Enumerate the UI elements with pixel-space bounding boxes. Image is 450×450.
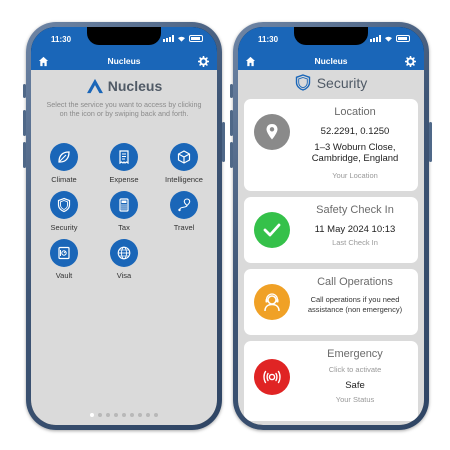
intro-text: Select the service you want to access by… xyxy=(46,100,202,118)
globe-icon xyxy=(117,246,131,260)
home-icon[interactable] xyxy=(245,56,256,67)
status-bar: 11:30 xyxy=(238,27,424,53)
call-operations-card[interactable]: Call Operations Call operations if you n… xyxy=(244,269,418,335)
service-expense[interactable]: Expense xyxy=(96,143,152,184)
emergency-status: Safe xyxy=(345,380,365,391)
nav-bar: Nucleus xyxy=(238,53,424,70)
app-logo: Nucleus xyxy=(31,78,217,94)
checkin-caption: Last Check In xyxy=(332,238,378,247)
nav-title: Nucleus xyxy=(314,56,348,66)
service-travel[interactable]: Travel xyxy=(156,191,212,232)
page-dot[interactable] xyxy=(98,413,102,417)
left-phone-frame: 11:30 Nucleus Nucleus Select the service… xyxy=(23,22,225,430)
location-icon xyxy=(254,114,290,150)
battery-icon xyxy=(396,35,410,42)
wifi-icon xyxy=(178,36,185,42)
service-label: Intelligence xyxy=(165,175,203,184)
route-icon xyxy=(178,198,191,212)
emergency-caption: Your Status xyxy=(335,395,375,404)
status-bar: 11:30 xyxy=(31,27,217,53)
volume-up-button xyxy=(23,110,26,136)
service-vault[interactable]: Vault xyxy=(36,239,92,280)
service-label: Tax xyxy=(118,223,130,232)
left-screen: 11:30 Nucleus Nucleus Select the service… xyxy=(31,27,217,425)
signal-icon xyxy=(370,35,381,42)
page-dot[interactable] xyxy=(122,413,126,417)
page-dot[interactable] xyxy=(138,413,142,417)
nav-bar: Nucleus xyxy=(31,53,217,70)
operations-body-line1: Call operations if you need xyxy=(310,295,400,304)
page-dot[interactable] xyxy=(146,413,150,417)
operator-headset-icon xyxy=(254,284,290,320)
section-title: Security xyxy=(238,74,424,91)
volume-up-button xyxy=(230,110,233,136)
service-label: Expense xyxy=(109,175,139,184)
service-tax[interactable]: Tax xyxy=(96,191,152,232)
mute-switch xyxy=(23,84,26,98)
signal-icon xyxy=(163,35,174,42)
camera-notch xyxy=(87,27,161,45)
location-title: Location xyxy=(334,106,376,118)
operations-body-line2: assistance (non emergency) xyxy=(307,304,403,314)
power-button xyxy=(222,122,225,162)
receipt-icon xyxy=(119,150,129,165)
checkmark-icon xyxy=(254,212,290,248)
service-security[interactable]: Security xyxy=(36,191,92,232)
page-dot[interactable] xyxy=(114,413,118,417)
power-button xyxy=(429,122,432,162)
right-phone-frame: 11:30 Nucleus Security Location 52.2291,… xyxy=(230,22,432,430)
leaf-icon xyxy=(58,151,70,163)
wifi-icon xyxy=(385,36,392,42)
service-label: Security xyxy=(50,223,78,232)
gear-icon[interactable] xyxy=(198,56,209,67)
security-screen: Security Location 52.2291, 0.1250 1–3 Wo… xyxy=(238,70,424,425)
page-dot[interactable] xyxy=(130,413,134,417)
status-time: 11:30 xyxy=(51,35,72,44)
checkin-datetime: 11 May 2024 10:13 xyxy=(314,224,396,235)
checkin-card[interactable]: Safety Check In 11 May 2024 10:13 Last C… xyxy=(244,197,418,263)
location-card[interactable]: Location 52.2291, 0.1250 1–3 Woburn Clos… xyxy=(244,99,418,191)
shield-icon xyxy=(295,74,310,91)
logo-text: Nucleus xyxy=(107,78,163,94)
calculator-icon xyxy=(119,198,129,212)
nav-title: Nucleus xyxy=(107,56,141,66)
services-screen: Nucleus Select the service you want to a… xyxy=(31,70,217,425)
mute-switch xyxy=(230,84,233,98)
nucleus-logo-icon xyxy=(86,78,103,94)
home-icon[interactable] xyxy=(38,56,49,67)
volume-down-button xyxy=(230,142,233,168)
vault-icon xyxy=(58,246,70,260)
emergency-title: Emergency xyxy=(327,348,383,360)
shield-icon xyxy=(57,197,71,213)
location-address-line2: Cambridge, England xyxy=(311,153,399,164)
section-title-text: Security xyxy=(316,74,368,91)
service-climate[interactable]: Climate xyxy=(36,143,92,184)
page-dot[interactable] xyxy=(154,413,158,417)
battery-icon xyxy=(189,35,203,42)
emergency-hint: Click to activate xyxy=(328,365,382,374)
location-address-line1: 1–3 Woburn Close, xyxy=(314,142,396,153)
checkin-title: Safety Check In xyxy=(316,204,394,216)
service-visa[interactable]: Visa xyxy=(96,239,152,280)
service-label: Vault xyxy=(55,271,73,280)
gear-icon[interactable] xyxy=(405,56,416,67)
camera-notch xyxy=(294,27,368,45)
status-time: 11:30 xyxy=(258,35,279,44)
page-dot[interactable] xyxy=(90,413,94,417)
emergency-alarm-icon[interactable] xyxy=(254,359,290,395)
service-label: Travel xyxy=(173,223,195,232)
location-coordinates: 52.2291, 0.1250 xyxy=(320,126,390,137)
location-caption: Your Location xyxy=(332,171,378,180)
service-intelligence[interactable]: Intelligence xyxy=(156,143,212,184)
emergency-card[interactable]: Emergency Click to activate Safe Your St… xyxy=(244,341,418,421)
service-label: Climate xyxy=(51,175,77,184)
page-indicator[interactable] xyxy=(31,413,217,417)
right-screen: 11:30 Nucleus Security Location 52.2291,… xyxy=(238,27,424,425)
service-label: Visa xyxy=(116,271,132,280)
operations-title: Call Operations xyxy=(317,276,393,288)
volume-down-button xyxy=(23,142,26,168)
cube-icon xyxy=(177,150,191,164)
page-dot[interactable] xyxy=(106,413,110,417)
